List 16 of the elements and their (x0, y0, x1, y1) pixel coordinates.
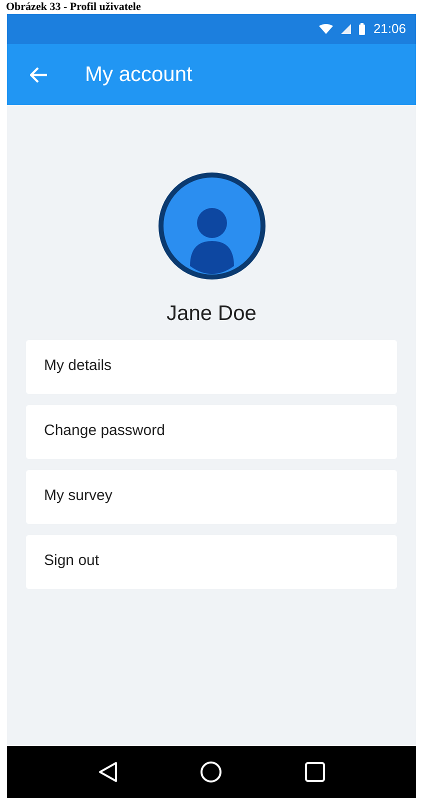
recent-apps-icon[interactable] (304, 762, 325, 782)
menu-item[interactable]: My details (26, 340, 397, 394)
back-arrow-icon (30, 66, 48, 82)
wifi-icon (319, 24, 334, 34)
avatar-icon (158, 171, 266, 281)
status-time: 21:06 (373, 20, 406, 38)
menu-item[interactable]: Change password (26, 404, 397, 458)
home-icon[interactable] (200, 761, 222, 783)
signal-icon (341, 24, 352, 34)
screen-title: My account (85, 62, 192, 88)
battery-icon (359, 23, 366, 35)
back-icon[interactable] (98, 761, 118, 783)
user-name: Jane Doe (166, 301, 256, 327)
menu-item[interactable]: Sign out (26, 534, 397, 588)
figure-caption: Obrázek 33 - Profil uživatele (6, 2, 141, 12)
menu-item[interactable]: My survey (26, 470, 397, 524)
